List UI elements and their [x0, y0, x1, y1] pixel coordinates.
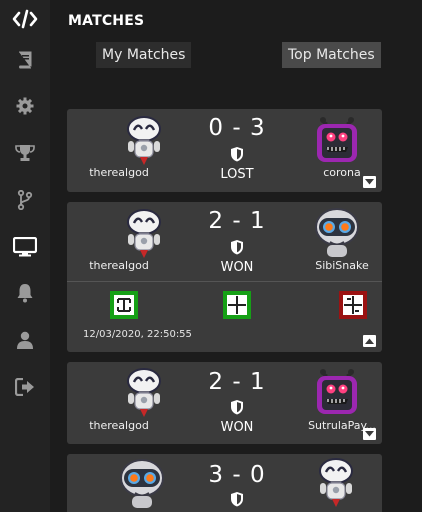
book-icon	[19, 51, 32, 69]
bell-icon	[17, 284, 33, 303]
chevron-down-icon	[365, 179, 374, 185]
opponent-avatar	[310, 207, 364, 261]
page-title: MATCHES	[68, 13, 145, 29]
sidebar-item-docs[interactable]	[0, 45, 50, 75]
gear-icon	[16, 97, 34, 115]
shield-icon	[230, 399, 244, 415]
player-avatar	[115, 458, 169, 512]
match-card[interactable]: therealgod 0 - 3 LOST corona	[67, 109, 382, 192]
trophy-icon	[15, 145, 35, 161]
sidebar-item-code[interactable]	[0, 4, 50, 34]
match-card-expanded[interactable]: therealgod 2 - 1 WON SibiSnake 12/03/202…	[67, 202, 382, 352]
sidebar	[0, 0, 50, 512]
game-lost-icon[interactable]	[338, 290, 368, 320]
game-won-icon[interactable]	[222, 290, 252, 320]
shield-icon	[230, 146, 244, 162]
tab-my-matches[interactable]: My Matches	[96, 42, 192, 68]
opponent-avatar	[310, 366, 364, 420]
user-icon	[17, 331, 33, 349]
sidebar-item-settings[interactable]	[0, 91, 50, 121]
branch-icon	[17, 190, 33, 210]
player2-name: corona	[323, 166, 361, 179]
opponent-avatar	[310, 114, 364, 168]
code-icon	[12, 9, 38, 29]
sidebar-item-profile[interactable]	[0, 325, 50, 355]
sidebar-item-matches[interactable]	[0, 232, 50, 262]
player-avatar	[117, 366, 171, 420]
match-score: 0 - 3	[208, 115, 266, 141]
match-timestamp: 12/03/2020, 22:50:55	[83, 329, 192, 340]
player-avatar	[117, 207, 171, 261]
game-won-icon[interactable]	[109, 290, 139, 320]
match-result: LOST	[220, 167, 254, 182]
sidebar-item-logout[interactable]	[0, 372, 50, 402]
player1-name: therealgod	[89, 419, 149, 432]
card-divider	[67, 281, 382, 282]
player1-name: therealgod	[89, 166, 149, 179]
match-score: 2 - 1	[208, 369, 266, 395]
matches-panel: MATCHES My Matches Top Matches therealgo…	[50, 0, 422, 512]
shield-icon	[230, 239, 244, 255]
opponent-avatar	[309, 456, 363, 510]
player2-name: SibiSnake	[315, 259, 369, 272]
match-card[interactable]: therealgod 2 - 1 WON SutrulaPay...	[67, 362, 382, 444]
match-card[interactable]: 3 - 0	[67, 454, 382, 512]
monitor-icon	[13, 237, 37, 257]
chevron-up-icon	[365, 338, 374, 344]
expand-button[interactable]	[363, 176, 376, 188]
expand-button[interactable]	[363, 428, 376, 440]
match-result: WON	[220, 260, 254, 275]
sidebar-item-versions[interactable]	[0, 185, 50, 215]
tab-top-matches[interactable]: Top Matches	[282, 42, 381, 68]
shield-icon	[230, 491, 244, 507]
match-score: 3 - 0	[208, 462, 266, 488]
collapse-button[interactable]	[363, 335, 376, 347]
player1-name: therealgod	[89, 259, 149, 272]
match-score: 2 - 1	[208, 208, 266, 234]
chevron-down-icon	[365, 431, 374, 437]
sidebar-item-leaderboard[interactable]	[0, 138, 50, 168]
logout-icon	[15, 378, 34, 396]
match-result: WON	[220, 420, 254, 435]
player-avatar	[117, 114, 171, 168]
sidebar-item-notifications[interactable]	[0, 278, 50, 308]
